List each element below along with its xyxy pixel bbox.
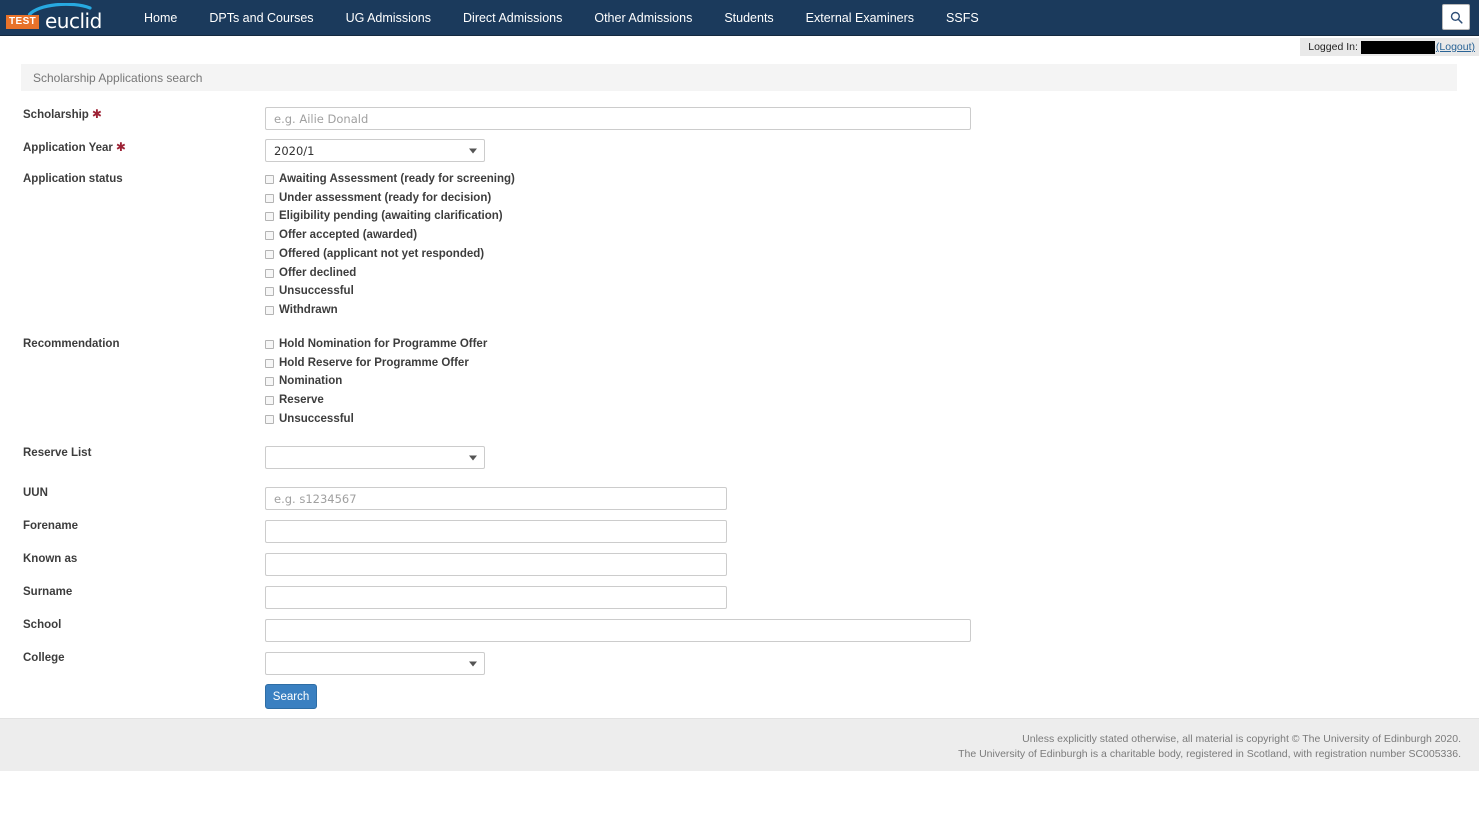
checkbox-icon[interactable] <box>265 395 274 405</box>
recommendation-label: Recommendation <box>23 338 120 350</box>
checkbox-label: Hold Nomination for Programme Offer <box>279 338 488 350</box>
forename-label: Forename <box>23 520 78 532</box>
reserve-list-select[interactable] <box>265 446 485 469</box>
uun-input[interactable] <box>265 487 727 510</box>
reserve-list-label: Reserve List <box>23 447 92 459</box>
nav-item-ug-admissions[interactable]: UG Admissions <box>330 0 447 36</box>
checkbox-label: Hold Reserve for Programme Offer <box>279 357 469 369</box>
application-year-label: Application Year ✱ <box>23 140 126 154</box>
checkbox-icon[interactable] <box>265 174 274 184</box>
page-footer: Unless explicitly stated otherwise, all … <box>0 719 1479 771</box>
checkbox-recommendation-unsuccessful[interactable]: Unsuccessful <box>265 413 354 425</box>
checkbox-recommendation-hold-nomination[interactable]: Hold Nomination for Programme Offer <box>265 338 487 350</box>
top-navigation-bar: TEST euclid Home DPTs and Courses UG Adm… <box>0 0 1479 36</box>
search-button[interactable]: Search <box>265 684 317 709</box>
checkbox-icon[interactable] <box>265 230 274 240</box>
checkbox-label: Reserve <box>279 394 324 406</box>
nav-item-ssfs[interactable]: SSFS <box>930 0 995 36</box>
application-year-select[interactable]: 2020/1 <box>265 139 485 162</box>
checkbox-label: Offer accepted (awarded) <box>279 229 418 241</box>
checkbox-recommendation-hold-reserve[interactable]: Hold Reserve for Programme Offer <box>265 357 469 369</box>
checkbox-status-under-assessment[interactable]: Under assessment (ready for decision) <box>265 192 491 204</box>
logged-in-username-redacted <box>1360 40 1435 54</box>
checkbox-status-offer-declined[interactable]: Offer declined <box>265 267 356 279</box>
logout-link[interactable]: (Logout) <box>1436 41 1475 53</box>
session-bar: Logged In: (Logout) <box>1300 38 1479 56</box>
checkbox-icon[interactable] <box>265 376 274 386</box>
checkbox-status-offered[interactable]: Offered (applicant not yet responded) <box>265 248 484 260</box>
uun-label: UUN <box>23 487 48 499</box>
required-star-icon: ✱ <box>115 140 126 154</box>
nav-item-direct-admissions[interactable]: Direct Admissions <box>447 0 578 36</box>
main-navigation: Home DPTs and Courses UG Admissions Dire… <box>128 0 995 36</box>
page-title-bar: Scholarship Applications search <box>21 64 1457 91</box>
nav-item-other-admissions[interactable]: Other Admissions <box>578 0 708 36</box>
checkbox-icon[interactable] <box>265 358 274 368</box>
checkbox-status-withdrawn[interactable]: Withdrawn <box>265 304 338 316</box>
checkbox-icon[interactable] <box>265 414 274 424</box>
checkbox-recommendation-reserve[interactable]: Reserve <box>265 394 324 406</box>
global-search-button[interactable] <box>1442 4 1470 30</box>
checkbox-status-awaiting-assessment[interactable]: Awaiting Assessment (ready for screening… <box>265 173 515 185</box>
checkbox-icon[interactable] <box>265 211 274 221</box>
nav-item-dpts-and-courses[interactable]: DPTs and Courses <box>193 0 329 36</box>
checkbox-icon[interactable] <box>265 268 274 278</box>
checkbox-label: Offer declined <box>279 267 357 279</box>
logged-in-label: Logged In: <box>1308 41 1358 53</box>
surname-label: Surname <box>23 586 73 598</box>
checkbox-label: Eligibility pending (awaiting clarificat… <box>279 210 503 222</box>
known-as-input[interactable] <box>265 553 727 576</box>
college-label: College <box>23 652 65 664</box>
checkbox-status-offer-accepted[interactable]: Offer accepted (awarded) <box>265 229 417 241</box>
application-status-label: Application status <box>23 173 123 185</box>
college-select[interactable] <box>265 652 485 675</box>
checkbox-label: Unsuccessful <box>279 413 354 425</box>
checkbox-label: Offered (applicant not yet responded) <box>279 248 485 260</box>
checkbox-label: Unsuccessful <box>279 285 354 297</box>
chevron-down-icon <box>469 148 477 153</box>
checkbox-icon[interactable] <box>265 249 274 259</box>
application-year-label-text: Application Year <box>23 142 113 154</box>
checkbox-label: Awaiting Assessment (ready for screening… <box>279 173 515 185</box>
footer-copyright: Unless explicitly stated otherwise, all … <box>958 732 1461 762</box>
footer-line-2: The University of Edinburgh is a charita… <box>958 748 1461 760</box>
nav-item-students[interactable]: Students <box>708 0 789 36</box>
required-star-icon: ✱ <box>91 107 102 121</box>
scholarship-label-text: Scholarship <box>23 109 89 121</box>
nav-item-external-examiners[interactable]: External Examiners <box>790 0 930 36</box>
school-input[interactable] <box>265 619 971 642</box>
checkbox-icon[interactable] <box>265 339 274 349</box>
search-icon <box>1450 11 1463 24</box>
checkbox-icon[interactable] <box>265 286 274 296</box>
application-year-value: 2020/1 <box>274 143 315 158</box>
checkbox-icon[interactable] <box>265 193 274 203</box>
checkbox-label: Nomination <box>279 375 343 387</box>
checkbox-icon[interactable] <box>265 305 274 315</box>
school-label: School <box>23 619 62 631</box>
surname-input[interactable] <box>265 586 727 609</box>
scholarship-input[interactable] <box>265 107 971 130</box>
checkbox-label: Under assessment (ready for decision) <box>279 192 492 204</box>
checkbox-recommendation-nomination[interactable]: Nomination <box>265 375 342 387</box>
euclid-logo[interactable]: TEST euclid <box>2 2 102 34</box>
nav-item-home[interactable]: Home <box>128 0 193 36</box>
known-as-label: Known as <box>23 553 78 565</box>
chevron-down-icon <box>469 455 477 460</box>
logo-wordmark: euclid <box>45 9 102 33</box>
page-title: Scholarship Applications search <box>33 70 203 85</box>
checkbox-status-unsuccessful[interactable]: Unsuccessful <box>265 285 354 297</box>
chevron-down-icon <box>469 661 477 666</box>
footer-line-1: Unless explicitly stated otherwise, all … <box>1022 733 1461 745</box>
checkbox-label: Withdrawn <box>279 304 338 316</box>
scholarship-label: Scholarship ✱ <box>23 107 102 121</box>
forename-input[interactable] <box>265 520 727 543</box>
checkbox-status-eligibility-pending[interactable]: Eligibility pending (awaiting clarificat… <box>265 210 503 222</box>
logo-test-badge: TEST <box>6 15 40 29</box>
